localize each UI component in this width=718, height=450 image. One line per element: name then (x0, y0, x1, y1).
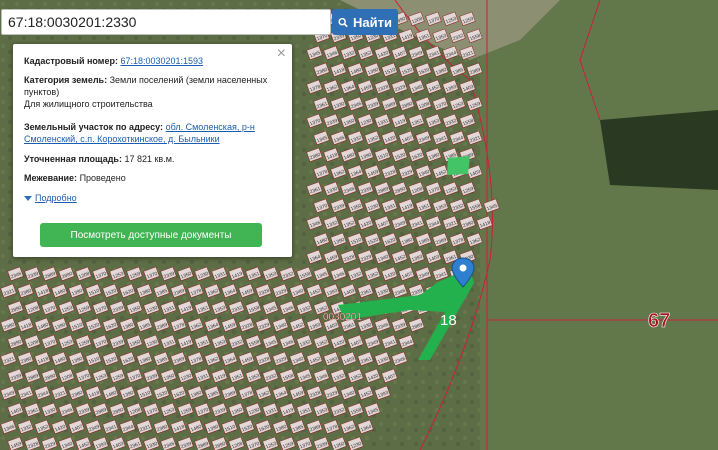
region-label: 67 (648, 310, 670, 332)
category-label: Категория земель: (24, 75, 108, 85)
address-row: Земельный участок по адресу: обл. Смолен… (24, 121, 284, 145)
cadastral-link[interactable]: 67:18:0030201:1593 (120, 56, 203, 66)
boundary-label: Межевание: (24, 173, 78, 183)
zone-label: 18 (440, 312, 457, 329)
cadastral-row: Кадастровый номер: 67:18:0030201:1593 (24, 55, 284, 67)
search-button-label: Найти (353, 14, 392, 30)
more-details-link[interactable]: Подробно (35, 192, 77, 204)
search-bar: Найти (0, 9, 400, 37)
parcel-info-popup: × Кадастровый номер: 67:18:0030201:1593 … (13, 44, 292, 257)
search-input[interactable] (1, 9, 331, 35)
quarter-label: 0030201 (323, 312, 362, 323)
boundary-value: Проведено (79, 173, 126, 183)
search-button[interactable]: Найти (332, 9, 398, 35)
area-value: 17 821 кв.м. (124, 154, 175, 164)
highlighted-small-parcel[interactable] (447, 156, 470, 175)
forest-patch (600, 110, 718, 190)
view-documents-button[interactable]: Посмотреть доступные документы (40, 223, 262, 247)
search-icon (338, 17, 348, 27)
cadastral-label: Кадастровый номер: (24, 56, 118, 66)
field-area (480, 0, 718, 450)
usage-value: Для жилищного строительства (24, 99, 153, 109)
category-row: Категория земель: Земли поселений (земли… (24, 74, 284, 110)
boundary-row: Межевание: Проведено (24, 172, 284, 184)
address-label: Земельный участок по адресу: (24, 122, 164, 132)
area-label: Уточненная площадь: (24, 154, 122, 164)
more-details-toggle[interactable]: Подробно (24, 192, 77, 204)
area-row: Уточненная площадь: 17 821 кв.м. (24, 153, 284, 165)
caret-down-icon (24, 195, 32, 201)
